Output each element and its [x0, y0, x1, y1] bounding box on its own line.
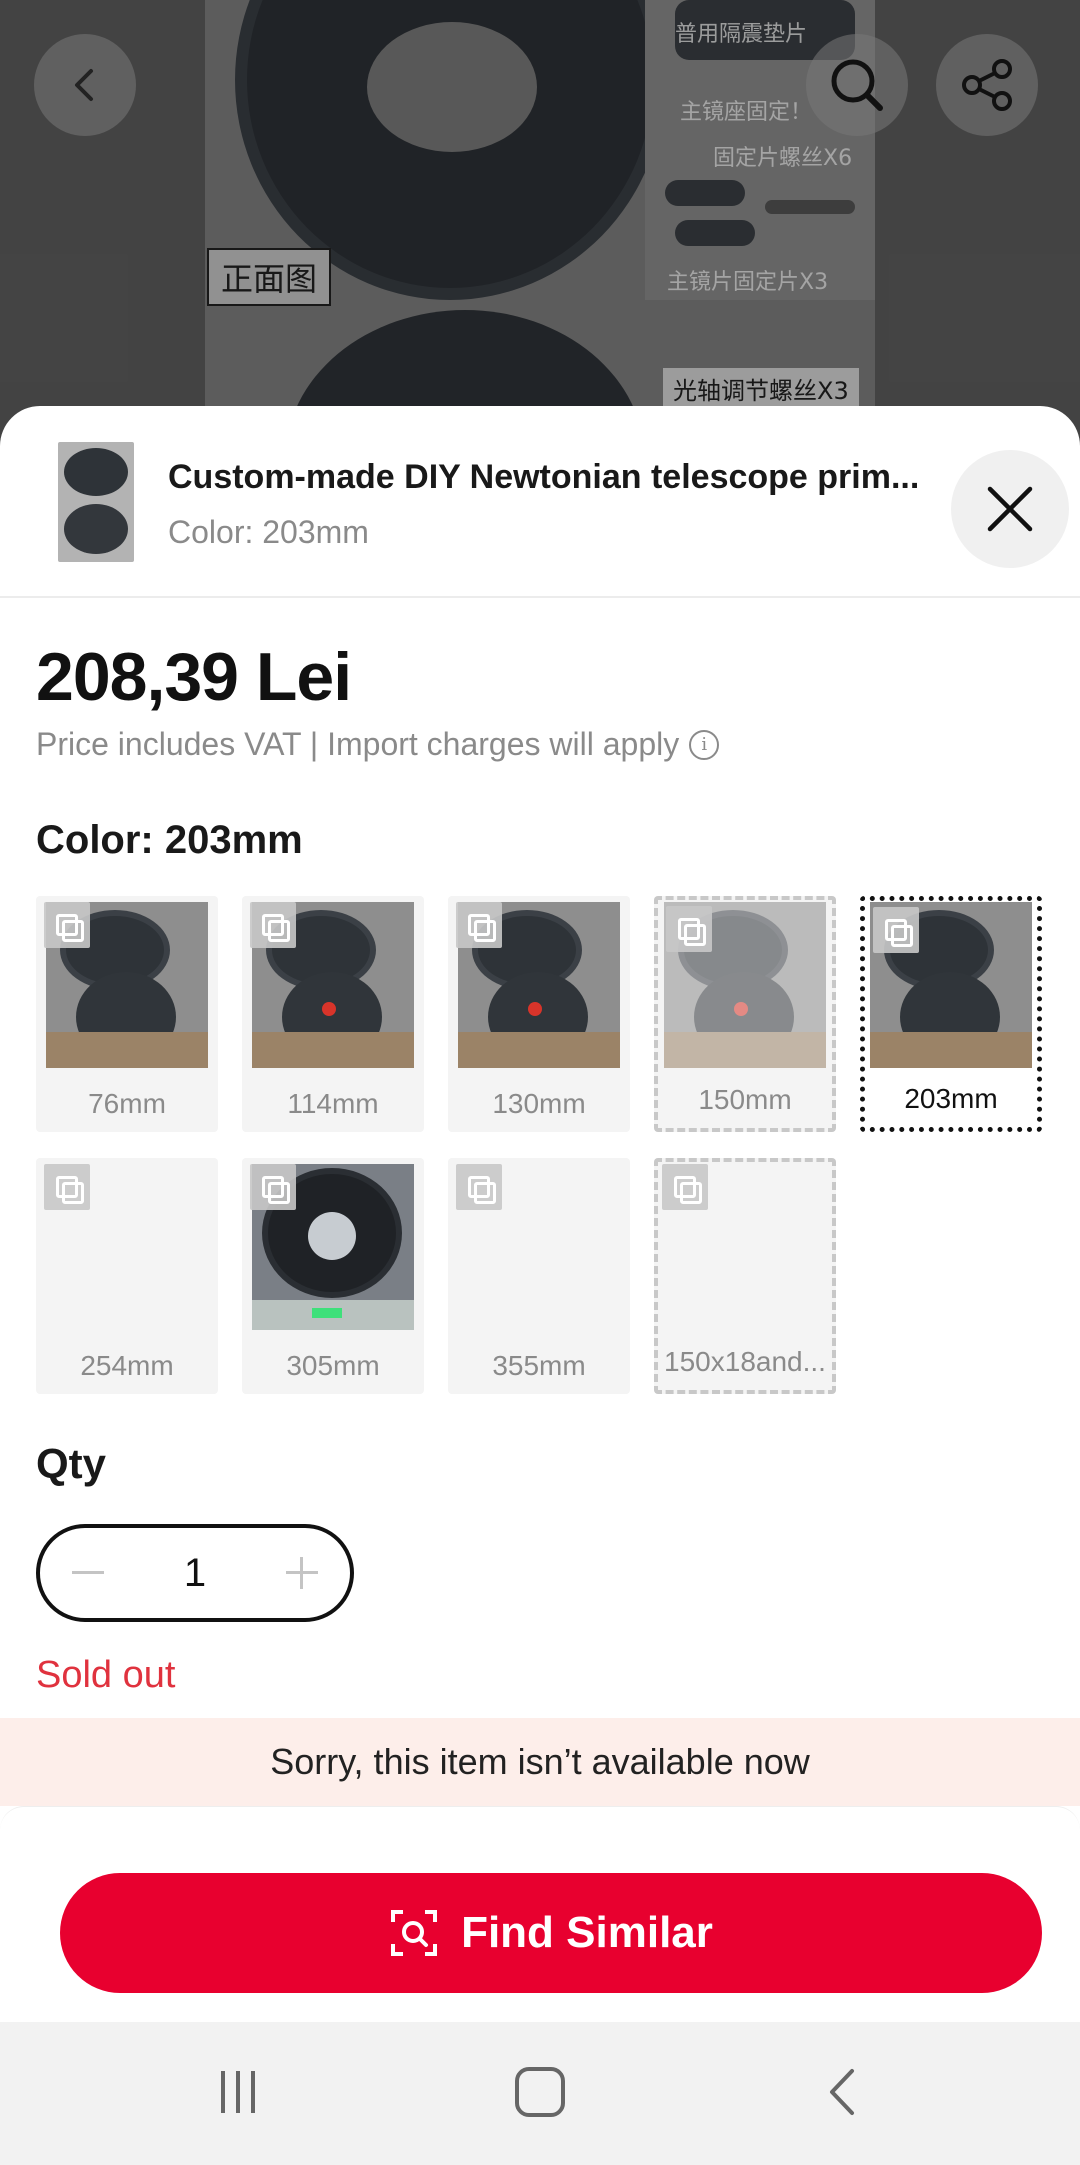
- color-option-203mm[interactable]: 203mm: [860, 896, 1042, 1132]
- color-section-label: Color: 203mm: [36, 818, 303, 862]
- quantity-label: Qty: [36, 1440, 107, 1487]
- sku-bottom-sheet: Custom-made DIY Newtonian telescope prim…: [0, 406, 1080, 2022]
- product-image-background: 普用隔震垫片 主镜座固定！ 固定片螺丝X6 主镜片固定片X3 正面图 光轴调节螺…: [0, 0, 1080, 460]
- close-icon: [987, 486, 1033, 532]
- variant-label: 203mm: [904, 1083, 998, 1114]
- chevron-left-icon: [75, 69, 93, 101]
- variant-label: 254mm: [80, 1350, 174, 1381]
- color-option-150x18[interactable]: 150x18and...: [654, 1158, 836, 1394]
- search-button[interactable]: [806, 34, 908, 136]
- color-option-114mm[interactable]: 114mm: [242, 896, 424, 1132]
- variant-label: 130mm: [492, 1088, 586, 1119]
- image-copy-icon: [456, 1164, 502, 1210]
- variant-label: 150mm: [698, 1084, 792, 1115]
- selected-variant-text: Color: 203mm: [168, 514, 369, 550]
- variant-label: 76mm: [88, 1088, 166, 1119]
- find-similar-label: Find Similar: [461, 1908, 713, 1957]
- sold-out-text: Sold out: [36, 1654, 176, 1696]
- variant-label: 305mm: [286, 1350, 380, 1381]
- product-title: Custom-made DIY Newtonian telescope prim…: [168, 458, 920, 496]
- image-copy-icon: [44, 1164, 90, 1210]
- overlay-scrim[interactable]: [0, 0, 1080, 460]
- home-button[interactable]: [500, 2062, 580, 2122]
- color-option-305mm[interactable]: 305mm: [242, 1158, 424, 1394]
- color-option-254mm[interactable]: 254mm: [36, 1158, 218, 1394]
- back-icon: [830, 2069, 854, 2115]
- action-bar: Find Similar: [0, 1806, 1080, 2022]
- image-copy-icon: [250, 902, 296, 948]
- image-copy-icon: [873, 907, 919, 953]
- image-copy-icon: [662, 1164, 708, 1210]
- variant-label: 355mm: [492, 1350, 586, 1381]
- image-copy-icon: [250, 1164, 296, 1210]
- image-copy-icon: [456, 902, 502, 948]
- variant-label: 114mm: [287, 1088, 379, 1119]
- system-back-button[interactable]: [802, 2062, 882, 2122]
- find-similar-button[interactable]: Find Similar: [60, 1873, 1042, 1993]
- product-thumbnail: [58, 442, 134, 562]
- decrease-button[interactable]: [68, 1553, 108, 1593]
- price-note: Price includes VAT | Import charges will…: [36, 726, 720, 763]
- system-navigation-bar: [0, 2022, 1080, 2165]
- close-button[interactable]: [951, 450, 1069, 568]
- image-copy-icon: [44, 902, 90, 948]
- share-icon: [962, 59, 1012, 111]
- increase-button[interactable]: [282, 1553, 322, 1593]
- home-icon: [515, 2067, 565, 2117]
- info-icon[interactable]: i: [689, 729, 720, 760]
- image-search-icon: [391, 1910, 438, 1956]
- color-option-150mm[interactable]: 150mm: [654, 896, 836, 1132]
- recent-apps-button[interactable]: [198, 2062, 278, 2122]
- color-option-355mm[interactable]: 355mm: [448, 1158, 630, 1394]
- back-button[interactable]: [34, 34, 136, 136]
- quantity-value[interactable]: 1: [184, 1551, 206, 1596]
- search-icon: [831, 59, 883, 111]
- image-copy-icon: [666, 906, 712, 952]
- price-note-text: Price includes VAT | Import charges will…: [36, 726, 680, 762]
- recent-apps-icon: [221, 2071, 255, 2113]
- color-option-130mm[interactable]: 130mm: [448, 896, 630, 1132]
- sheet-header: Custom-made DIY Newtonian telescope prim…: [0, 406, 1080, 598]
- unavailable-notice: Sorry, this item isn’t available now: [0, 1718, 1080, 1806]
- variant-label: 150x18and...: [664, 1346, 826, 1377]
- color-option-76mm[interactable]: 76mm: [36, 896, 218, 1132]
- price: 208,39 Lei: [36, 639, 352, 715]
- quantity-stepper: 1: [36, 1524, 354, 1622]
- share-button[interactable]: [936, 34, 1038, 136]
